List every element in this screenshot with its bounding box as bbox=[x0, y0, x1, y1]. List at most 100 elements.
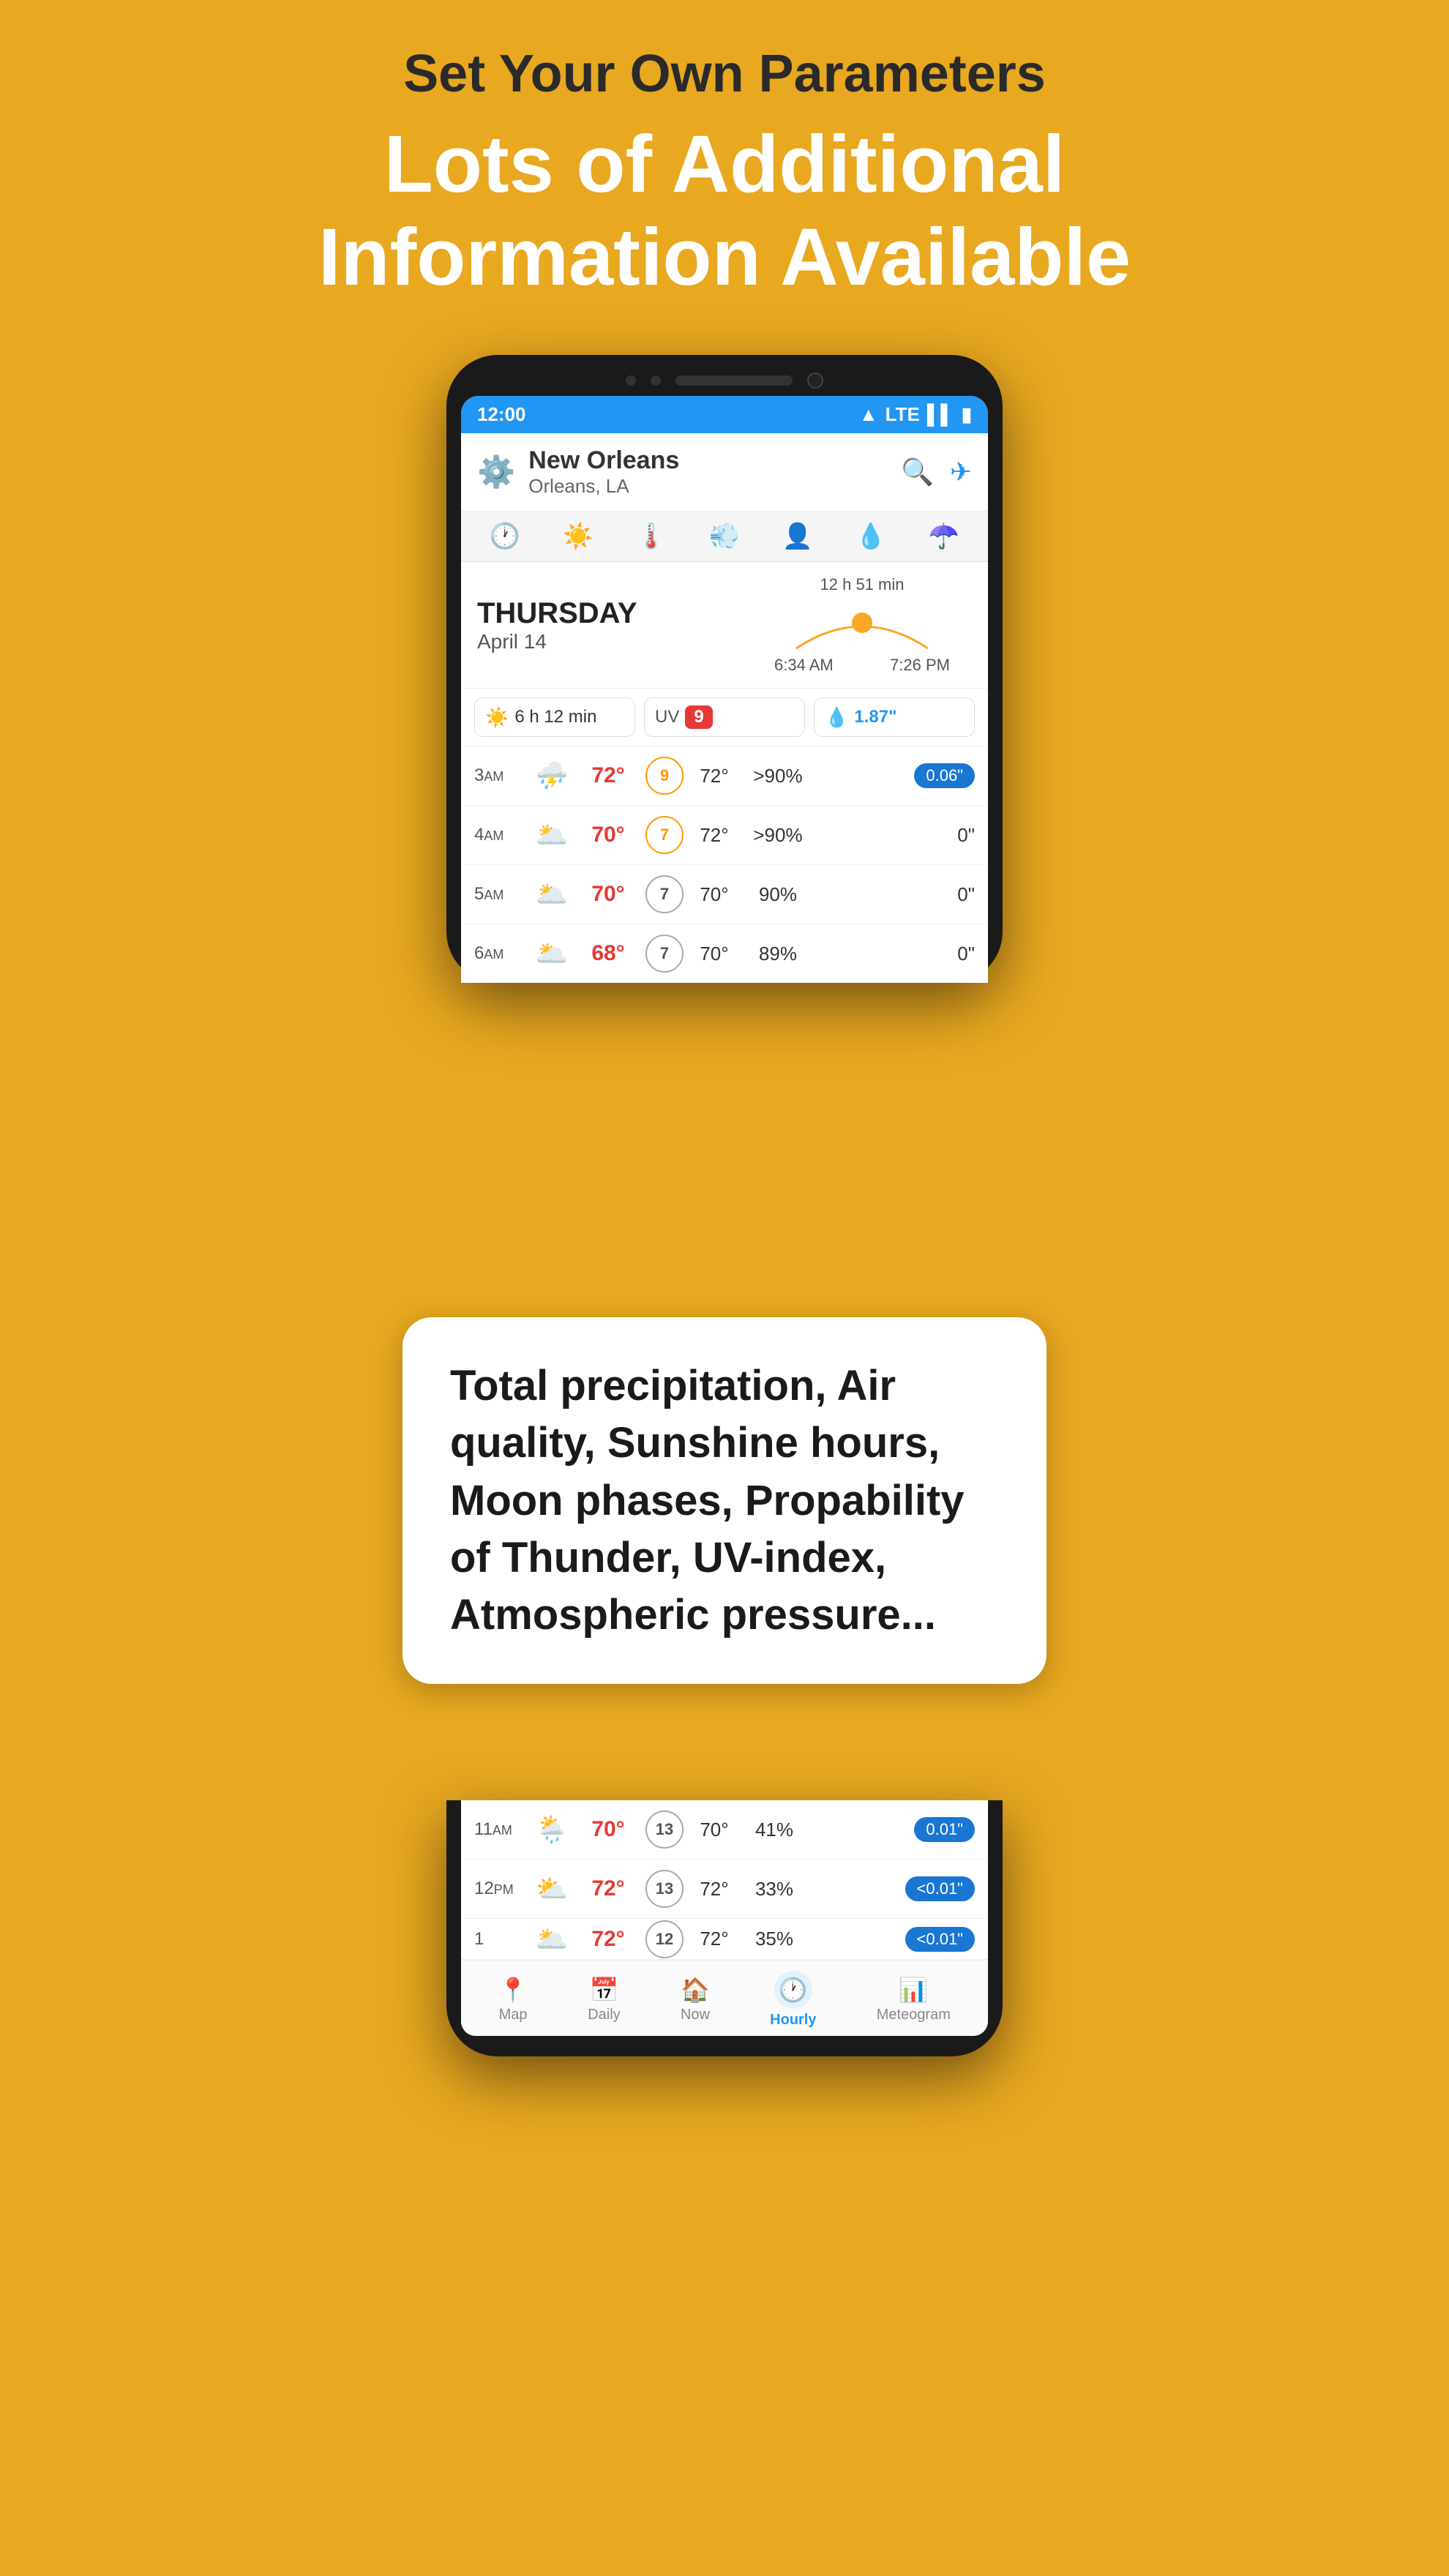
weather-icon-3: 🌥️ bbox=[533, 938, 571, 969]
phone-device-bottom: 11AM 🌦️ 70° 13 70° 41% 0.01" 12PM ⛅ 72° … bbox=[446, 1800, 1003, 2056]
dew-b2: 72° bbox=[689, 1928, 739, 1950]
tab-icon-clock[interactable]: 🕐 bbox=[490, 522, 520, 551]
bottom-nav-bar: 📍 Map 📅 Daily 🏠 Now 🕐 Hourly 📊 bbox=[461, 1960, 988, 2036]
nav-item-daily[interactable]: 📅 Daily bbox=[588, 1976, 620, 2023]
hour-label-1: 4AM bbox=[474, 825, 527, 845]
header-action-icons: 🔍 ✈ bbox=[901, 457, 972, 487]
hour-label-0: 3AM bbox=[474, 765, 527, 786]
search-icon[interactable]: 🔍 bbox=[901, 457, 934, 487]
weather-icon-2: 🌥️ bbox=[533, 879, 571, 910]
now-label: Now bbox=[681, 2007, 710, 2023]
tab-icon-sun[interactable]: ☀️ bbox=[563, 522, 594, 551]
uv-circle-b2: 12 bbox=[645, 1920, 684, 1958]
meteogram-label: Meteogram bbox=[877, 2007, 951, 2023]
location-icon[interactable]: ✈ bbox=[950, 457, 972, 487]
settings-icon[interactable]: ⚙️ bbox=[477, 454, 515, 490]
phone-screen: 12:00 ▲ LTE ▌▌ ▮ ⚙️ New Orleans Orleans,… bbox=[461, 396, 988, 983]
weather-icon-0: ⛈️ bbox=[533, 760, 571, 791]
dew-0: 72° bbox=[689, 765, 739, 787]
precip-zero-1: 0" bbox=[957, 824, 975, 847]
callout-box: Total precipitation, Air quality, Sunshi… bbox=[402, 1317, 1046, 1684]
weather-icon-b1: ⛅ bbox=[533, 1873, 571, 1904]
phone-body: 12:00 ▲ LTE ▌▌ ▮ ⚙️ New Orleans Orleans,… bbox=[446, 355, 1003, 983]
temp-0: 72° bbox=[577, 763, 640, 788]
weather-icon-b2: 🌥️ bbox=[533, 1924, 571, 1955]
humidity-3: 89% bbox=[745, 943, 811, 965]
location-city: New Orleans bbox=[528, 446, 901, 475]
temp-1: 70° bbox=[577, 823, 640, 847]
sunrise-time: 6:34 AM bbox=[774, 656, 834, 675]
header-title: Lots of Additional Information Available bbox=[73, 119, 1376, 304]
daily-label: Daily bbox=[588, 2007, 620, 2023]
dew-3: 70° bbox=[689, 943, 739, 965]
phone-screen-bottom: 11AM 🌦️ 70° 13 70° 41% 0.01" 12PM ⛅ 72° … bbox=[461, 1800, 988, 2036]
header-subtitle: Set Your Own Parameters bbox=[73, 44, 1376, 104]
phone-camera bbox=[807, 372, 823, 389]
humidity-b2: 35% bbox=[745, 1928, 804, 1950]
sun-arc-svg bbox=[789, 597, 935, 656]
phone-speaker bbox=[675, 375, 793, 386]
nav-item-hourly[interactable]: 🕐 Hourly bbox=[770, 1971, 816, 2029]
precip-zero-2: 0" bbox=[957, 883, 975, 906]
precip-icon: 💧 bbox=[825, 706, 848, 729]
phone-body-bottom: 11AM 🌦️ 70° 13 70° 41% 0.01" 12PM ⛅ 72° … bbox=[446, 1800, 1003, 2056]
daily-icon: 📅 bbox=[589, 1976, 618, 2004]
lte-label: LTE bbox=[886, 403, 920, 426]
callout-text: Total precipitation, Air quality, Sunshi… bbox=[450, 1358, 999, 1644]
temp-b2: 72° bbox=[577, 1927, 640, 1952]
precip-badge-b0: 0.01" bbox=[914, 1817, 975, 1842]
battery-icon: ▮ bbox=[962, 403, 972, 426]
now-icon: 🏠 bbox=[681, 1976, 710, 2004]
signal-icon: ▌▌ bbox=[927, 403, 954, 426]
weather-icon-b0: 🌦️ bbox=[533, 1814, 571, 1845]
precip-card: 💧 1.87" bbox=[814, 697, 975, 737]
uv-label-static: UV bbox=[655, 707, 679, 727]
sunshine-card: ☀️ 6 h 12 min bbox=[474, 697, 635, 737]
hourly-icon: 🕐 bbox=[774, 1971, 812, 2009]
dew-b1: 72° bbox=[689, 1878, 739, 1901]
hourly-row-3: 6AM 🌥️ 68° 7 70° 89% 0" bbox=[461, 924, 988, 983]
hour-label-3: 6AM bbox=[474, 943, 527, 964]
hourly-row-bottom-1: 12PM ⛅ 72° 13 72° 33% <0.01" bbox=[461, 1860, 988, 1919]
tab-icons-row: 🕐 ☀️ 🌡️ 💨 👤 💧 ☂️ bbox=[461, 512, 988, 562]
hour-label-b0: 11AM bbox=[474, 1819, 527, 1840]
humidity-b0: 41% bbox=[745, 1819, 804, 1841]
map-label: Map bbox=[499, 2007, 528, 2023]
hour-label-b1: 12PM bbox=[474, 1879, 527, 1899]
tab-icon-thermometer[interactable]: 🌡️ bbox=[636, 522, 667, 551]
phone-dot-right bbox=[651, 375, 661, 386]
status-time: 12:00 bbox=[477, 403, 526, 426]
uv-card: UV 9 bbox=[644, 697, 805, 737]
date-sub: April 14 bbox=[477, 630, 752, 654]
hour-label-b2: 1 bbox=[474, 1929, 527, 1950]
phone-dot-left bbox=[626, 375, 636, 386]
location-info: New Orleans Orleans, LA bbox=[528, 446, 901, 498]
temp-3: 68° bbox=[577, 941, 640, 966]
nav-item-meteogram[interactable]: 📊 Meteogram bbox=[877, 1976, 951, 2023]
precip-value: 1.87" bbox=[854, 707, 896, 727]
info-cards-row: ☀️ 6 h 12 min UV 9 💧 1.87" bbox=[461, 689, 988, 746]
meteogram-icon: 📊 bbox=[899, 1976, 928, 2004]
status-bar: 12:00 ▲ LTE ▌▌ ▮ bbox=[461, 396, 988, 433]
date-sun-section: THURSDAY April 14 12 h 51 min 6:34 AM 7:… bbox=[461, 562, 988, 689]
uv-circle-3: 7 bbox=[645, 935, 684, 973]
sunshine-value: 6 h 12 min bbox=[514, 707, 596, 727]
date-info: THURSDAY April 14 bbox=[477, 597, 752, 654]
tab-icon-person[interactable]: 👤 bbox=[782, 522, 813, 551]
location-region: Orleans, LA bbox=[528, 475, 901, 498]
phone-device-top: 12:00 ▲ LTE ▌▌ ▮ ⚙️ New Orleans Orleans,… bbox=[0, 355, 1449, 983]
humidity-b1: 33% bbox=[745, 1878, 804, 1901]
uv-circle-2: 7 bbox=[645, 875, 684, 913]
tab-icon-drops[interactable]: 💧 bbox=[855, 522, 886, 551]
dew-b0: 70° bbox=[689, 1819, 739, 1841]
wifi-icon: ▲ bbox=[859, 403, 878, 426]
map-icon: 📍 bbox=[498, 1976, 528, 2004]
tab-icon-wind[interactable]: 💨 bbox=[709, 522, 740, 551]
nav-item-map[interactable]: 📍 Map bbox=[498, 1976, 528, 2023]
uv-badge: 9 bbox=[685, 705, 712, 729]
precip-badge-b1: <0.01" bbox=[905, 1876, 975, 1901]
daylight-label: 12 h 51 min bbox=[820, 575, 905, 594]
dew-2: 70° bbox=[689, 883, 739, 906]
nav-item-now[interactable]: 🏠 Now bbox=[681, 1976, 710, 2023]
tab-icon-umbrella[interactable]: ☂️ bbox=[929, 522, 959, 551]
